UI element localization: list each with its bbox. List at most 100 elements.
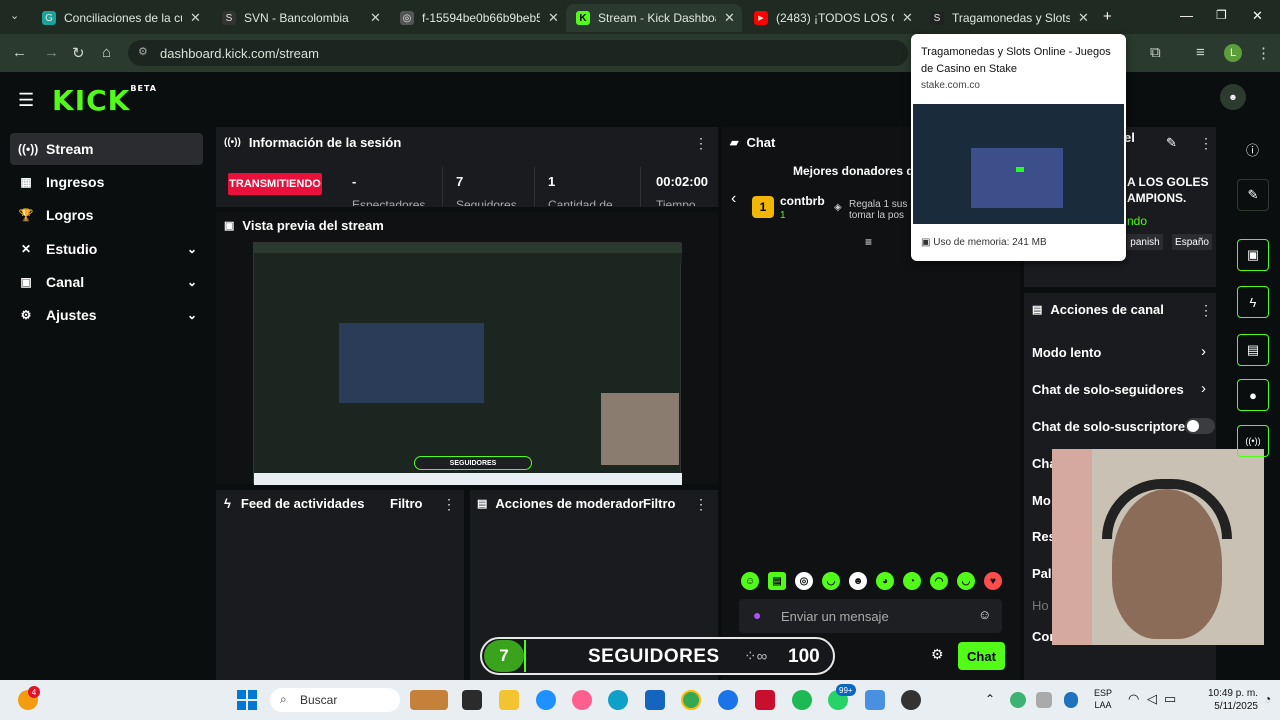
emote-icon[interactable]: ☻	[849, 572, 867, 590]
emote-icon[interactable]: ◎	[795, 572, 813, 590]
bolt-icon[interactable]: ϟ	[1237, 286, 1269, 318]
tag-language[interactable]: panish	[1127, 234, 1163, 250]
channel-row[interactable]: Mo	[1032, 493, 1051, 508]
edge-icon[interactable]	[608, 690, 628, 710]
mod-filter-button[interactable]: Filtro	[643, 496, 676, 511]
emote-icon[interactable]: ▤	[768, 572, 786, 590]
sidebar-item-logros[interactable]: 🏆 Logros	[10, 199, 203, 231]
user-avatar[interactable]: ☻	[1220, 84, 1246, 110]
file-explorer-icon[interactable]	[499, 690, 519, 710]
stream-preview-video[interactable]: SEGUIDORES	[253, 242, 682, 485]
donor-name[interactable]: contbrb	[780, 194, 825, 208]
close-window-button[interactable]: ✕	[1252, 8, 1263, 24]
forward-button[interactable]: →	[44, 44, 59, 61]
edit-pencil-icon[interactable]: ✎	[1166, 135, 1177, 151]
tray-app-icon[interactable]	[1036, 692, 1052, 708]
microphone-icon[interactable]: ●	[753, 607, 761, 623]
kick-logo[interactable]: KICKBETA	[52, 84, 157, 117]
obs-icon[interactable]	[901, 690, 921, 710]
volume-icon[interactable]: ◁	[1147, 691, 1157, 707]
spotify-icon[interactable]	[792, 690, 812, 710]
chat-bubble-icon[interactable]: ●	[1237, 379, 1269, 411]
emote-icon[interactable]: ◕	[876, 572, 894, 590]
broadcast-icon[interactable]: ((•))	[1237, 425, 1269, 457]
slow-mode-row[interactable]: Modo lento	[1032, 345, 1101, 360]
access-icon[interactable]	[755, 690, 775, 710]
followers-only-row[interactable]: Chat de solo-seguidores	[1032, 382, 1184, 397]
notification-bell-icon[interactable]: ◔	[1264, 692, 1271, 706]
copilot-icon[interactable]	[572, 690, 592, 710]
taskbar-search-box[interactable]: ⌕ Buscar	[270, 688, 400, 712]
info-icon[interactable]: ⓘ	[1246, 140, 1259, 159]
tab-kick-dashboard[interactable]: K Stream - Kick Dashboard ✕	[566, 4, 742, 32]
channel-row[interactable]: Ho	[1032, 598, 1049, 613]
emoji-icon[interactable]: ☺	[978, 607, 991, 622]
language-indicator[interactable]: ESP LAA	[1094, 687, 1112, 711]
emote-icon[interactable]: ◔	[903, 572, 921, 590]
chevron-right-icon[interactable]: ›	[1201, 380, 1206, 397]
chrome-icon[interactable]	[681, 690, 701, 710]
site-info-icon[interactable]: ⚙	[138, 45, 148, 58]
back-button[interactable]: ←	[12, 44, 27, 61]
tab-youtube[interactable]: ▶ (2483) ¡TODOS LOS GOLES ✕	[744, 4, 920, 32]
emote-icon[interactable]: ◠	[930, 572, 948, 590]
tray-chevron-icon[interactable]: ⌃	[985, 692, 995, 706]
menu-icon[interactable]: ⋮	[1256, 44, 1271, 62]
close-icon[interactable]: ✕	[548, 10, 559, 26]
tab-search-icon[interactable]: ≡	[1196, 44, 1205, 61]
address-input[interactable]: ⚙ dashboard.kick.com/stream	[128, 40, 908, 66]
sidebar-item-canal[interactable]: ▣ Canal ⌄	[10, 266, 203, 298]
extensions-icon[interactable]: ⧉	[1150, 44, 1161, 61]
reload-button[interactable]: ↻	[72, 44, 85, 62]
stream-category[interactable]: ndo	[1127, 214, 1147, 228]
minimize-button[interactable]: —	[1180, 8, 1193, 23]
emote-icon[interactable]: ◡	[957, 572, 975, 590]
sidebar-item-estudio[interactable]: ✕ Estudio ⌄	[10, 233, 203, 265]
emote-icon[interactable]: ☺	[741, 572, 759, 590]
emote-icon[interactable]: ♥	[984, 572, 1002, 590]
close-icon[interactable]: ✕	[902, 10, 913, 26]
feed-filter-button[interactable]: Filtro	[390, 496, 423, 511]
more-options-icon[interactable]: ⋮	[694, 135, 708, 152]
sidebar-item-ingresos[interactable]: ▦ Ingresos	[10, 166, 203, 198]
tab-svn[interactable]: S SVN - Bancolombia ✕	[212, 4, 388, 32]
microphone-icon[interactable]	[1064, 692, 1078, 708]
pinned-scroll-icon[interactable]: ≡	[865, 235, 872, 249]
wifi-icon[interactable]: ◠	[1128, 691, 1139, 707]
close-icon[interactable]: ✕	[724, 10, 735, 26]
app-icon[interactable]	[536, 690, 556, 710]
chevron-right-icon[interactable]: ›	[1201, 343, 1206, 360]
emote-icon[interactable]: ◡	[822, 572, 840, 590]
close-icon[interactable]: ✕	[370, 10, 381, 26]
widgets-icon[interactable]	[410, 690, 448, 710]
new-tab-button[interactable]: +	[1103, 8, 1112, 25]
tab-f15594[interactable]: ◎ f-15594be0b66b9beb58d0 ✕	[390, 4, 560, 32]
calculator-icon[interactable]	[865, 690, 885, 710]
more-options-icon[interactable]: ⋮	[442, 496, 456, 513]
chat-message-input[interactable]: ● Enviar un mensaje ☺	[739, 599, 1002, 633]
tag-language-2[interactable]: Españo	[1172, 234, 1212, 250]
chevron-left-icon[interactable]: ‹	[731, 190, 736, 208]
tab-stake[interactable]: S Tragamonedas y Slots Onli ✕	[920, 4, 1096, 32]
hamburger-menu-icon[interactable]: ☰	[18, 90, 34, 111]
channel-row[interactable]: Pal	[1032, 566, 1052, 581]
sidebar-item-ajustes[interactable]: ⚙ Ajustes ⌄	[10, 299, 203, 331]
tab-search-icon[interactable]: ⌄	[10, 9, 19, 22]
profile-avatar[interactable]: L	[1224, 44, 1242, 62]
more-options-icon[interactable]: ⋮	[694, 496, 708, 513]
close-icon[interactable]: ✕	[190, 10, 201, 26]
battery-icon[interactable]: ▭	[1164, 691, 1176, 707]
app-icon[interactable]	[718, 690, 738, 710]
task-view-icon[interactable]	[462, 690, 482, 710]
tab-conciliaciones[interactable]: G Conciliaciones de la cuenta ✕	[32, 4, 210, 32]
tray-app-icon[interactable]	[1010, 692, 1026, 708]
store-icon[interactable]	[645, 690, 665, 710]
subscribers-only-row[interactable]: Chat de solo-suscriptores	[1032, 419, 1192, 434]
subscribers-only-toggle[interactable]	[1185, 418, 1215, 434]
sidebar-item-stream[interactable]: ((•)) Stream	[10, 133, 203, 165]
more-options-icon[interactable]: ⋮	[1199, 302, 1213, 319]
maximize-button[interactable]: ❐	[1216, 8, 1227, 22]
windows-start-icon[interactable]	[237, 690, 257, 710]
clock[interactable]: 10:49 p. m. 5/11/2025	[1196, 687, 1258, 713]
edit-pencil-icon[interactable]: ✎	[1237, 179, 1269, 211]
